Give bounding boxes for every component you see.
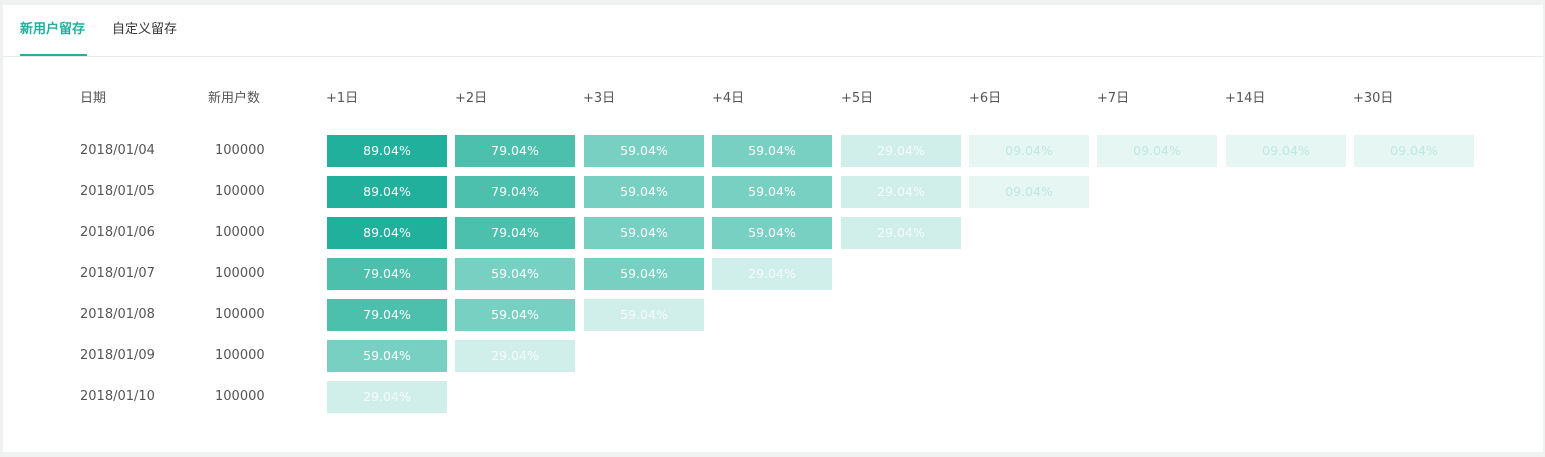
retention-cell[interactable]: 59.04% [584, 217, 704, 249]
retention-cell[interactable]: 79.04% [455, 217, 575, 249]
tab-new-user-retention[interactable]: 新用户留存 [20, 21, 85, 39]
column-header: +1日 [326, 91, 359, 106]
retention-cell[interactable]: 59.04% [584, 258, 704, 290]
tab-bar: 新用户留存 自定义留存 [3, 5, 1543, 57]
retention-cell[interactable]: 79.04% [327, 299, 447, 331]
column-header: 日期 [80, 91, 107, 106]
retention-cell[interactable]: 59.04% [712, 135, 832, 167]
retention-cell[interactable]: 89.04% [327, 135, 447, 167]
tab-custom-retention[interactable]: 自定义留存 [112, 21, 177, 39]
row-date: 2018/01/07 [80, 266, 155, 281]
retention-cell[interactable]: 59.04% [327, 340, 447, 372]
retention-cell[interactable]: 29.04% [841, 217, 961, 249]
row-new-user-count: 100000 [215, 225, 265, 240]
row-new-user-count: 100000 [215, 143, 265, 158]
retention-cell[interactable]: 09.04% [1097, 135, 1217, 167]
retention-cell[interactable]: 79.04% [327, 258, 447, 290]
retention-cell[interactable]: 29.04% [712, 258, 832, 290]
row-date: 2018/01/09 [80, 348, 155, 363]
retention-cell[interactable]: 89.04% [327, 176, 447, 208]
column-header: 新用户数 [208, 91, 261, 106]
retention-cell[interactable]: 59.04% [584, 135, 704, 167]
retention-panel: 新用户留存 自定义留存 日期 新用户数 +1日 +2日 +3日 +4日 +5日 +6日 +7日 +… [3, 5, 1543, 452]
column-header: +6日 [969, 91, 1002, 106]
retention-cell[interactable]: 09.04% [1226, 135, 1346, 167]
column-header: +5日 [841, 91, 874, 106]
row-new-user-count: 100000 [215, 348, 265, 363]
retention-cell[interactable]: 59.04% [712, 176, 832, 208]
row-date: 2018/01/10 [80, 389, 155, 404]
column-header: +7日 [1097, 91, 1130, 106]
row-new-user-count: 100000 [215, 389, 265, 404]
column-header: +3日 [583, 91, 616, 106]
retention-cell[interactable]: 29.04% [841, 135, 961, 167]
row-new-user-count: 100000 [215, 266, 265, 281]
retention-cell[interactable]: 79.04% [455, 135, 575, 167]
row-date: 2018/01/08 [80, 307, 155, 322]
column-header: +14日 [1225, 91, 1266, 106]
row-date: 2018/01/05 [80, 184, 155, 199]
row-date: 2018/01/04 [80, 143, 155, 158]
retention-cell[interactable]: 59.04% [455, 258, 575, 290]
active-tab-indicator [20, 54, 87, 56]
row-date: 2018/01/06 [80, 225, 155, 240]
column-header: +4日 [712, 91, 745, 106]
retention-cell[interactable]: 59.04% [712, 217, 832, 249]
retention-cell[interactable]: 29.04% [455, 340, 575, 372]
retention-cell[interactable]: 59.04% [455, 299, 575, 331]
row-new-user-count: 100000 [215, 307, 265, 322]
retention-cell[interactable]: 09.04% [969, 176, 1089, 208]
row-new-user-count: 100000 [215, 184, 265, 199]
retention-cell[interactable]: 59.04% [584, 299, 704, 331]
retention-cell[interactable]: 29.04% [841, 176, 961, 208]
column-header: +2日 [455, 91, 488, 106]
retention-cell[interactable]: 29.04% [327, 381, 447, 413]
column-header: +30日 [1353, 91, 1394, 106]
retention-cell[interactable]: 89.04% [327, 217, 447, 249]
retention-cell[interactable]: 09.04% [1354, 135, 1474, 167]
retention-cell[interactable]: 59.04% [584, 176, 704, 208]
retention-cell[interactable]: 79.04% [455, 176, 575, 208]
retention-cell[interactable]: 09.04% [969, 135, 1089, 167]
